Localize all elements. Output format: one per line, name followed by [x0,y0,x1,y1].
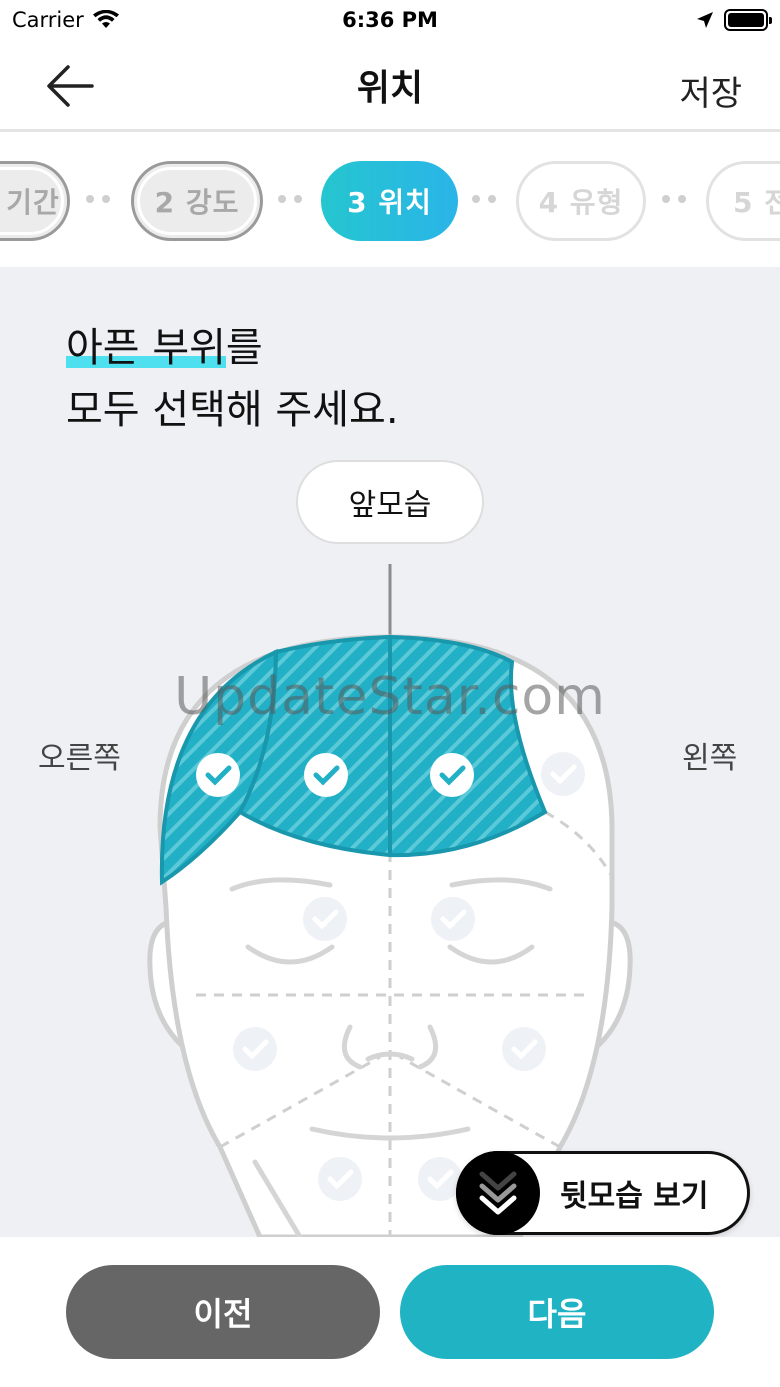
page-title: 위치 [356,67,424,109]
status-time: 6:36 PM [342,8,438,32]
back-view-button[interactable]: 뒷모습 보기 [456,1151,750,1235]
check-eye-right [303,897,347,941]
step-separator [472,195,496,203]
step-label: 4 유형 [538,186,624,219]
check-icon [196,753,240,797]
step-5[interactable]: 5 전 [706,161,780,241]
left-side-label: 왼쪽 [682,741,738,776]
nav-bar: 위치 저장 [0,40,780,132]
step-label: 3 위치 [347,186,432,219]
arrow-left-icon[interactable] [44,62,96,110]
step-indicator: 기간 2 강도 3 위치 4 유형 5 전 [0,135,780,267]
check-eye-left [431,897,475,941]
previous-button[interactable]: 이전 [66,1265,380,1359]
double-chevron-down-icon [456,1151,540,1235]
battery-fill [728,13,764,27]
check-icon [430,753,474,797]
save-button[interactable]: 저장 [679,66,742,115]
step-separator [86,195,110,203]
footer-buttons: 이전 다음 [0,1237,780,1387]
check-icon [304,753,348,797]
step-separator [278,195,302,203]
step-label: 5 전 [733,186,780,219]
step-1[interactable]: 기간 [0,161,70,241]
step-2[interactable]: 2 강도 [131,161,263,241]
step-label: 2 강도 [154,186,240,219]
body-map-area: 아픈 부위를 모두 선택해 주세요. 앞모습 오른쪽 왼쪽 UpdateStar… [0,267,780,1237]
check-cheek-right [233,1027,277,1071]
step-3[interactable]: 3 위치 [321,161,458,241]
step-4[interactable]: 4 유형 [516,161,646,241]
check-cheek-left [502,1027,546,1071]
next-button[interactable]: 다음 [400,1265,714,1359]
back-view-label: 뒷모습 보기 [560,1179,709,1214]
step-separator [662,195,686,203]
battery-icon [724,9,772,31]
instruction-highlight: 아픈 부위 [66,325,226,371]
step-label: 기간 [6,186,60,219]
right-side-label: 오른쪽 [38,741,121,776]
status-bar: Carrier 6:36 PM [0,0,780,40]
check-jaw-right [318,1157,362,1201]
front-view-toggle[interactable]: 앞모습 [296,460,484,544]
check-forehead-left [541,752,585,796]
